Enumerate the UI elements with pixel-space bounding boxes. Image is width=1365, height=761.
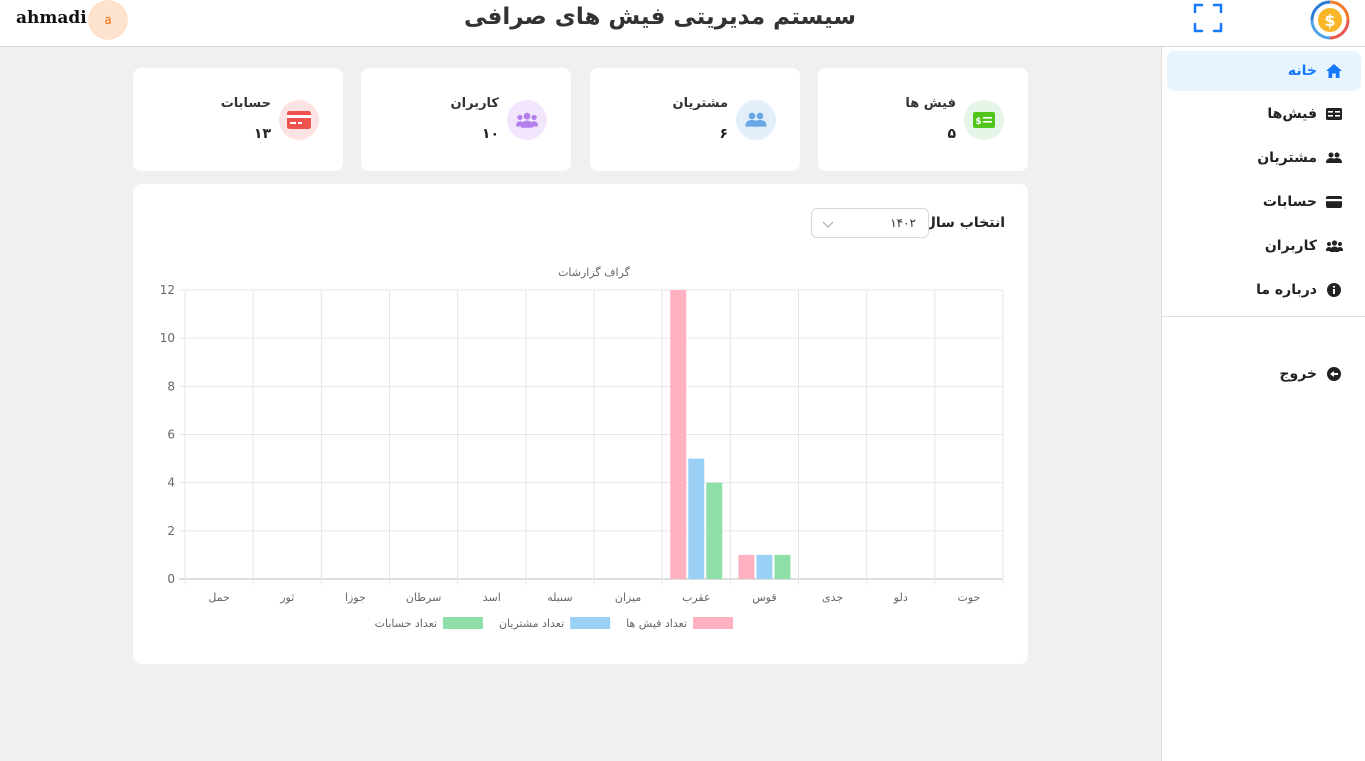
- stat-label: کاربران: [450, 96, 499, 111]
- stat-card-receipts: $ فیش ها ۵: [818, 68, 1028, 171]
- sidebar-divider: [1162, 316, 1365, 317]
- page-title: سیستم مدیریتی فیش های صرافی: [464, 4, 856, 30]
- sidebar-item-accounts[interactable]: حسابات: [1167, 182, 1361, 222]
- sidebar-item-label: کاربران: [1264, 238, 1317, 254]
- x-tick-label: قوس: [752, 591, 776, 604]
- legend-label[interactable]: تعداد حسابات: [375, 617, 437, 630]
- users-icon: [1325, 238, 1343, 254]
- legend-label[interactable]: تعداد مشتریان: [499, 617, 564, 630]
- logout-icon: [1325, 366, 1343, 382]
- logout-button[interactable]: خروج: [1167, 354, 1361, 394]
- sidebar-item-home[interactable]: خانه: [1167, 51, 1361, 91]
- chart-bar[interactable]: [774, 554, 791, 579]
- x-tick-label: جدی: [822, 591, 843, 604]
- customers-icon: [736, 100, 776, 140]
- stat-label: مشتریان: [672, 96, 728, 111]
- y-tick-label: 12: [160, 283, 175, 297]
- y-tick-label: 2: [167, 524, 175, 538]
- y-tick-label: 10: [160, 331, 175, 345]
- credit-card-icon: [1325, 194, 1343, 210]
- receipt-icon: [1325, 106, 1343, 122]
- x-tick-label: دلو: [893, 591, 908, 604]
- sidebar-item-label: فیش‌ها: [1267, 106, 1317, 122]
- sidebar-item-label: خانه: [1287, 63, 1317, 79]
- x-tick-label: حوت: [957, 591, 980, 604]
- legend-swatch[interactable]: [442, 617, 483, 629]
- stat-value: ۱۰: [481, 126, 499, 142]
- y-tick-label: 8: [167, 379, 175, 393]
- stat-label: حسابات: [220, 96, 271, 111]
- chart-bar[interactable]: [706, 482, 723, 579]
- y-tick-label: 4: [167, 476, 175, 490]
- chart-bar[interactable]: [756, 554, 773, 579]
- sidebar-item-label: حسابات: [1262, 194, 1317, 210]
- sidebar-item-receipts[interactable]: فیش‌ها: [1167, 94, 1361, 134]
- y-tick-label: 6: [167, 428, 175, 442]
- x-tick-label: سنبله: [547, 591, 572, 604]
- credit-card-icon: [279, 100, 319, 140]
- customers-icon: [1325, 150, 1343, 166]
- x-tick-label: عقرب: [682, 591, 711, 604]
- legend-swatch[interactable]: [570, 617, 611, 629]
- logout-label: خروج: [1279, 366, 1317, 382]
- x-tick-label: جوزا: [345, 591, 366, 604]
- chart-bar[interactable]: [670, 290, 687, 579]
- stat-card-users: کاربران ۱۰: [361, 68, 571, 171]
- info-icon: [1325, 282, 1343, 298]
- x-tick-label: سرطان: [406, 591, 441, 604]
- app-header: ahmadi a سیستم مدیریتی فیش های صرافی $: [0, 0, 1365, 47]
- stat-card-accounts: حسابات ۱۳: [133, 68, 343, 171]
- svg-text:$: $: [975, 117, 981, 127]
- receipt-icon: $: [964, 100, 1004, 140]
- fullscreen-icon[interactable]: [1193, 3, 1223, 33]
- home-icon: [1325, 63, 1343, 79]
- legend-label[interactable]: تعداد فیش ها: [626, 617, 687, 630]
- users-icon: [507, 100, 547, 140]
- sidebar: خانه فیش‌ها مشتریان حسابات کاربران دربار…: [1161, 47, 1365, 761]
- stat-card-customers: مشتریان ۶: [590, 68, 800, 171]
- sidebar-item-users[interactable]: کاربران: [1167, 226, 1361, 266]
- report-chart: 0 2 4 6 8 10 12 حمل ثور جوزا سرطان اسد سنبله میزان عقر…: [160, 266, 1004, 630]
- dollar-coin-icon: $: [1310, 0, 1350, 40]
- x-tick-label: اسد: [483, 591, 501, 604]
- stat-value: ۶: [719, 126, 728, 142]
- stat-value: ۵: [947, 126, 956, 142]
- chart-bar[interactable]: [738, 554, 755, 579]
- chart-bar[interactable]: [688, 458, 705, 579]
- x-tick-label: حمل: [208, 591, 230, 604]
- stat-label: فیش ها: [905, 96, 956, 111]
- svg-text:$: $: [1324, 11, 1335, 30]
- x-tick-label: ثور: [279, 591, 294, 604]
- y-tick-label: 0: [167, 572, 175, 586]
- chart-title: گراف گزارشات: [558, 266, 631, 279]
- stat-value: ۱۳: [253, 126, 271, 142]
- sidebar-item-label: درباره ما: [1256, 282, 1317, 298]
- chart-card: انتخاب سال ۱۴۰۲ 0 2 4 6 8 10 12 حمل ثور جوزا سرطان…: [133, 184, 1028, 664]
- sidebar-item-about[interactable]: درباره ما: [1167, 270, 1361, 310]
- sidebar-item-label: مشتریان: [1257, 150, 1317, 166]
- legend-swatch[interactable]: [693, 617, 733, 629]
- sidebar-item-customers[interactable]: مشتریان: [1167, 138, 1361, 178]
- x-tick-label: میزان: [615, 591, 642, 604]
